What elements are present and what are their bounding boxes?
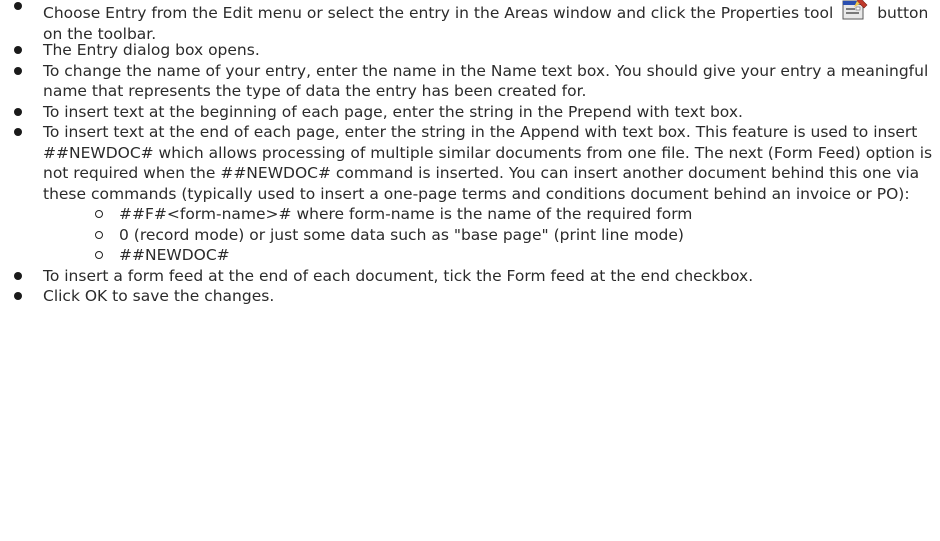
prepend-text: To insert text at the beginning of each … xyxy=(43,102,743,121)
bullet xyxy=(14,66,22,75)
bullet xyxy=(14,271,22,280)
help-page: Choose Entry from the Edit menu or selec… xyxy=(0,0,940,541)
properties-tool-icon xyxy=(840,0,870,22)
circle-bullet xyxy=(95,251,103,259)
click-ok-text: Click OK to save the changes. xyxy=(43,287,275,305)
list-item-change-name: To change the name of your entry, enter … xyxy=(0,61,935,102)
bullet xyxy=(14,2,22,10)
instruction-list: Choose Entry from the Edit menu or selec… xyxy=(0,0,935,307)
circle-bullet xyxy=(95,210,103,218)
form-name-command: ##F#<form-name># where form-name is the … xyxy=(119,205,693,223)
list-item-choose-entry: Choose Entry from the Edit menu or selec… xyxy=(0,0,935,44)
sublist-item-record-mode: 0 (record mode) or just some data such a… xyxy=(93,225,935,246)
sublist-item-newdoc: ##NEWDOC# xyxy=(93,245,935,266)
bullet xyxy=(14,128,22,136)
change-name-text: To change the name of your entry, enter … xyxy=(43,61,929,101)
list-item-dialog-opens: The Entry dialog box opens. xyxy=(0,40,935,61)
circle-bullet xyxy=(95,230,103,239)
bullet xyxy=(14,292,22,300)
newdoc-command: ##NEWDOC# xyxy=(119,246,230,264)
bullet xyxy=(14,107,22,116)
choose-entry-text: Choose Entry from the Edit menu or selec… xyxy=(43,4,834,22)
list-item-form-feed: To insert a form feed at the end of each… xyxy=(0,266,935,287)
record-mode-command: 0 (record mode) or just some data such a… xyxy=(119,225,684,244)
form-feed-text: To insert a form feed at the end of each… xyxy=(43,266,754,285)
list-item-prepend: To insert text at the beginning of each … xyxy=(0,102,935,123)
bullet xyxy=(14,46,22,54)
list-item-click-ok: Click OK to save the changes. xyxy=(0,286,935,307)
command-sublist: ##F#<form-name># where form-name is the … xyxy=(43,204,935,266)
list-item-append: To insert text at the end of each page, … xyxy=(0,122,935,266)
dialog-opens-text: The Entry dialog box opens. xyxy=(43,41,260,59)
append-text: To insert text at the end of each page, … xyxy=(43,123,933,203)
sublist-item-form-name: ##F#<form-name># where form-name is the … xyxy=(93,204,935,225)
